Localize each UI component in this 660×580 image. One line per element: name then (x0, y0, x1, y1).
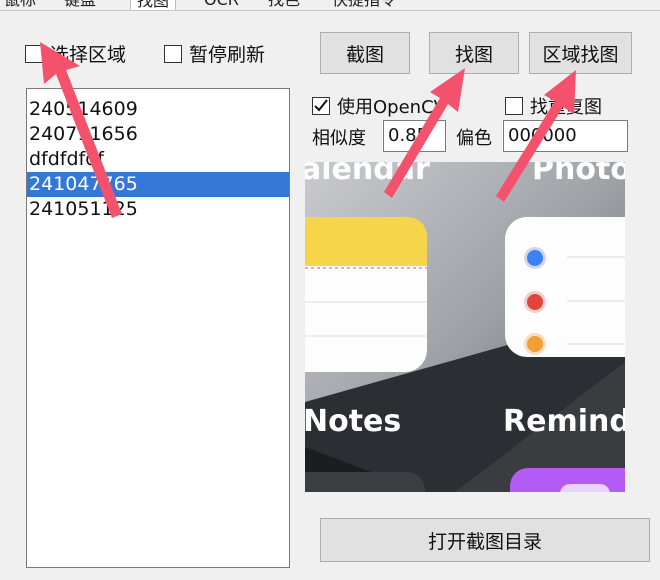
tab-mouse[interactable]: 鼠标 (4, 0, 36, 9)
screenshot-preview: alendar Photo Notes Remind (305, 162, 625, 492)
color-offset-label: 偏色 (456, 128, 492, 149)
list-item-selected[interactable]: 241047765 (27, 172, 289, 197)
check-icon (314, 99, 328, 112)
checkbox-box[interactable] (25, 44, 43, 63)
preview-text-photos: Photo (532, 162, 625, 187)
screenshot-button[interactable]: 截图 (320, 32, 410, 74)
checkbox-box[interactable] (505, 97, 523, 115)
list-item[interactable]: 240711656 (27, 122, 289, 147)
preview-background (305, 162, 625, 492)
tab-keyboard[interactable]: 键盘 (64, 0, 96, 9)
image-list[interactable]: 240514609 240711656 dfdfdfdf 241047765 2… (26, 88, 290, 568)
preview-text-reminders: Remind (503, 404, 625, 439)
tab-strip: 鼠标 键盘 找图 OCR 找色 快捷指令 (0, 0, 660, 11)
tab-find-image[interactable]: 找图 (130, 0, 177, 10)
similarity-input[interactable]: 0.85 (383, 120, 446, 152)
list-item[interactable]: 241051125 (27, 197, 289, 222)
open-screenshot-dir-button[interactable]: 打开截图目录 (320, 518, 650, 562)
select-region-label: 选择区域 (50, 44, 127, 66)
find-repeat-image-label: 找重复图 (530, 97, 602, 118)
pause-refresh-checkbox[interactable]: 暂停刷新 (164, 40, 265, 67)
reminder-dot-icon (524, 333, 546, 355)
pause-refresh-label: 暂停刷新 (189, 44, 266, 66)
select-region-checkbox[interactable]: 选择区域 (25, 40, 126, 67)
color-offset-input[interactable]: 000000 (503, 120, 628, 152)
tab-shortcuts[interactable]: 快捷指令 (332, 0, 396, 9)
find-repeat-image-checkbox[interactable]: 找重复图 (505, 93, 602, 119)
preview-text-notes: Notes (305, 404, 402, 439)
checkbox-box-checked[interactable] (312, 97, 330, 115)
checkbox-box[interactable] (164, 44, 182, 63)
reminder-dot-icon (524, 247, 546, 269)
list-item[interactable]: dfdfdfdf (27, 147, 289, 172)
use-opencv-label: 使用OpenCV (337, 97, 446, 118)
region-find-image-button[interactable]: 区域找图 (529, 32, 632, 74)
preview-text-calendar: alendar (305, 162, 430, 187)
tab-find-color[interactable]: 找色 (268, 0, 300, 9)
reminder-dot-icon (524, 291, 546, 313)
tab-ocr[interactable]: OCR (204, 0, 239, 9)
find-image-button[interactable]: 找图 (429, 32, 519, 74)
use-opencv-checkbox[interactable]: 使用OpenCV (312, 93, 446, 119)
list-item[interactable]: 240514609 (27, 97, 289, 122)
similarity-label: 相似度 (312, 128, 366, 149)
